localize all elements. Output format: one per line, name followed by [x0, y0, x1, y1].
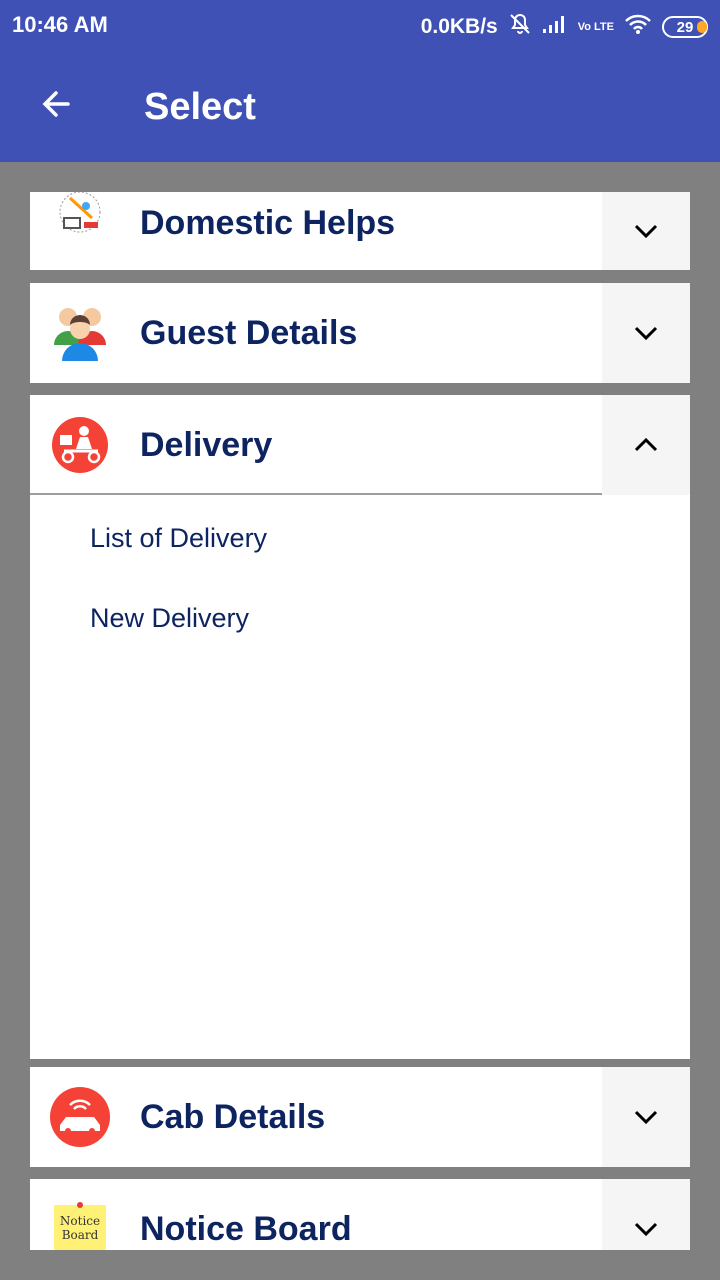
menu-item-delivery[interactable]: Delivery List of Delivery New Delivery [30, 395, 690, 1059]
chevron-down-icon [634, 1110, 658, 1125]
sub-item-new-delivery[interactable]: New Delivery [90, 603, 249, 634]
menu-row[interactable]: Domestic Helps [30, 192, 690, 270]
chevron-up-icon [634, 437, 658, 452]
status-time: 10:46 AM [12, 12, 108, 37]
guests-icon [50, 301, 110, 361]
arrow-left-icon [42, 91, 70, 117]
wifi-icon [624, 13, 652, 41]
expand-toggle[interactable] [602, 192, 690, 270]
delivery-scooter-icon [50, 415, 110, 475]
mute-bell-icon [508, 12, 532, 42]
menu-row[interactable]: Delivery [30, 395, 690, 495]
expand-toggle[interactable] [602, 1067, 690, 1167]
expand-toggle[interactable] [602, 1179, 690, 1250]
status-right-group: 0.0KB/s Vo LTE 29 [421, 12, 708, 42]
menu-row[interactable]: Notice Board Notice Board [30, 1179, 690, 1250]
menu-item-label: Notice Board [140, 1210, 352, 1248]
chevron-down-icon [634, 326, 658, 341]
lte-badge: Vo LTE [577, 21, 614, 33]
menu-item-label: Guest Details [140, 314, 358, 352]
collapse-toggle[interactable] [602, 395, 690, 495]
menu-list[interactable]: Domestic Helps Guest Details Delivery Li… [30, 192, 690, 1250]
battery-level: 29 [676, 18, 694, 36]
menu-item-guest-details[interactable]: Guest Details [30, 283, 690, 383]
notice-board-icon: Notice Board [50, 1199, 110, 1250]
menu-item-cab-details[interactable]: Cab Details [30, 1067, 690, 1167]
menu-item-label: Domestic Helps [140, 204, 396, 242]
back-button[interactable] [34, 82, 78, 126]
network-speed: 0.0KB/s [420, 15, 498, 38]
page-title: Select [144, 86, 256, 128]
chevron-down-icon [634, 224, 658, 239]
menu-row[interactable]: Cab Details [30, 1067, 690, 1167]
menu-row[interactable]: Guest Details [30, 283, 690, 383]
signal-icon [542, 14, 568, 40]
cab-icon [50, 1087, 110, 1147]
menu-item-notice-board[interactable]: Notice Board Notice Board [30, 1179, 690, 1250]
menu-item-domestic-helps[interactable]: Domestic Helps [30, 192, 690, 270]
expand-toggle[interactable] [602, 283, 690, 383]
sub-item-list-of-delivery[interactable]: List of Delivery [90, 523, 267, 554]
app-toolbar: Select [0, 52, 720, 162]
svg-text:Board: Board [62, 1228, 99, 1242]
domestic-help-icon [50, 192, 110, 250]
svg-text:Notice: Notice [60, 1214, 100, 1228]
battery-icon: 29 [662, 16, 708, 38]
status-bar: 10:46 AM 0.0KB/s Vo LTE 29 [0, 0, 720, 52]
chevron-down-icon [634, 1222, 658, 1237]
menu-item-label: Delivery [140, 426, 273, 464]
menu-item-label: Cab Details [140, 1098, 326, 1136]
